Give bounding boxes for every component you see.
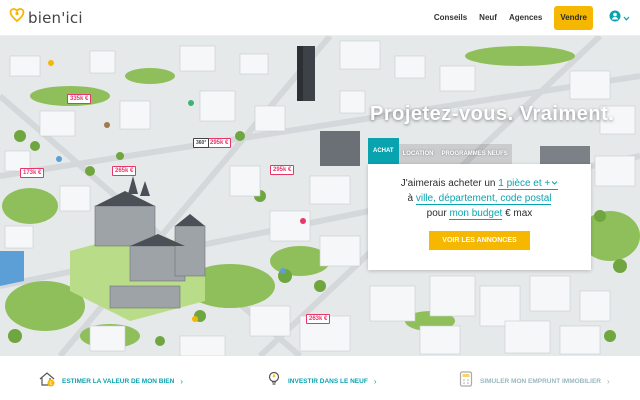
map-pin[interactable]: [104, 122, 110, 128]
price-tag-360[interactable]: 360°: [193, 138, 210, 148]
search-line-location: à ville, département, code postal: [368, 191, 591, 206]
loan-label: SIMULER MON EMPRUNT IMMOBILIER: [480, 378, 601, 385]
hero-slogan: Projetez-vous. Vraiment.: [370, 103, 615, 125]
search-text: € max: [505, 208, 533, 219]
vendre-button[interactable]: Vendre: [554, 5, 593, 30]
top-header: bien'ici Conseils Neuf Agences Vendre: [0, 0, 640, 36]
main-nav: Conseils Neuf Agences Vendre: [434, 5, 630, 30]
search-line-type: J'aimerais acheter un 1 pièce et +: [368, 176, 591, 191]
house-euro-icon: €: [38, 370, 56, 393]
price-tag[interactable]: 263k €: [306, 314, 331, 324]
chevron-right-icon: ›: [373, 377, 377, 386]
search-tabs: ACHAT LOCATION PROGRAMMES NEUFS: [368, 138, 512, 164]
tab-achat[interactable]: ACHAT: [368, 138, 399, 164]
bottom-links: € ESTIMER LA VALEUR DE MON BIEN › INVEST…: [0, 356, 640, 400]
price-tag[interactable]: 265k €: [112, 166, 137, 176]
nav-neuf[interactable]: Neuf: [479, 13, 497, 22]
tab-programmes-neufs[interactable]: PROGRAMMES NEUFS: [437, 144, 512, 164]
account-menu[interactable]: [609, 9, 630, 27]
heart-pin-icon: [9, 7, 25, 28]
loan-link[interactable]: SIMULER MON EMPRUNT IMMOBILIER ›: [458, 370, 610, 393]
map-pin[interactable]: [48, 60, 54, 66]
search-text: pour: [426, 208, 447, 219]
hero-3d-map[interactable]: 335k € 295k € 360° 173k € 265k € 295k € …: [0, 36, 640, 356]
budget-input[interactable]: mon budget: [449, 208, 503, 220]
price-tag[interactable]: 335k €: [67, 94, 92, 104]
nav-agences[interactable]: Agences: [509, 13, 542, 22]
rooms-select[interactable]: 1 pièce et +: [498, 178, 559, 190]
user-icon: [609, 9, 621, 27]
search-text: à: [407, 193, 414, 204]
map-pin[interactable]: [280, 268, 286, 274]
estimate-label: ESTIMER LA VALEUR DE MON BIEN: [62, 378, 175, 385]
lightbulb-icon: [266, 370, 282, 393]
map-pin[interactable]: [56, 156, 62, 162]
chevron-down-icon: [623, 9, 630, 27]
price-tag[interactable]: 295k €: [270, 165, 295, 175]
estimate-link[interactable]: € ESTIMER LA VALEUR DE MON BIEN ›: [38, 370, 183, 393]
invest-link[interactable]: INVESTIR DANS LE NEUF ›: [266, 370, 376, 393]
tab-location[interactable]: LOCATION: [398, 144, 438, 164]
map-pin[interactable]: [192, 316, 198, 322]
invest-label: INVESTIR DANS LE NEUF: [288, 378, 368, 385]
price-tag[interactable]: 295k €: [207, 138, 232, 148]
logo-text: bien'ici: [28, 8, 83, 27]
map-pin[interactable]: [188, 100, 194, 106]
map-pin[interactable]: [300, 218, 306, 224]
location-input[interactable]: ville, département, code postal: [415, 193, 552, 205]
logo[interactable]: bien'ici: [9, 7, 83, 28]
chevron-right-icon: ›: [180, 377, 183, 386]
search-card: J'aimerais acheter un 1 pièce et + à vil…: [368, 164, 591, 270]
chevron-down-icon: [551, 181, 558, 185]
chevron-right-icon: ›: [606, 377, 610, 386]
price-tag[interactable]: 173k €: [20, 168, 45, 178]
calculator-icon: [458, 370, 474, 393]
svg-text:€: €: [49, 381, 52, 387]
voir-annonces-button[interactable]: VOIR LES ANNONCES: [429, 231, 530, 250]
nav-conseils[interactable]: Conseils: [434, 13, 467, 22]
search-line-budget: pour mon budget € max: [368, 206, 591, 221]
search-text: J'aimerais acheter un: [400, 178, 496, 189]
